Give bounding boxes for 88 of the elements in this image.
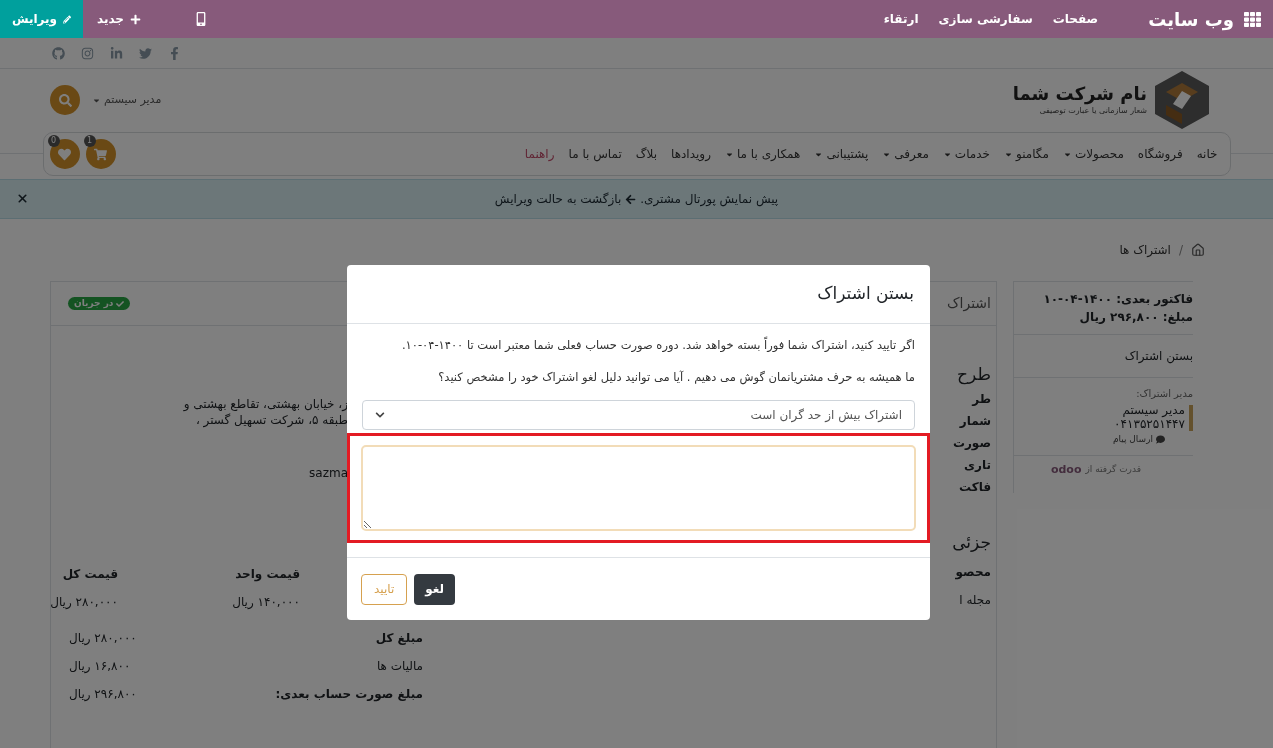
next-invoice: فاکتور بعدی: ۱۴۰۰-۰۴-۱۰: [1042, 291, 1193, 308]
total-label: مبلغ صورت حساب بعدی:: [275, 686, 423, 704]
edit-mode-link[interactable]: بازگشت به حالت ویرایش: [494, 190, 622, 208]
twitter-icon[interactable]: [139, 46, 152, 60]
top-menu-item[interactable]: صفحات: [1042, 0, 1109, 38]
pencil-icon: [63, 13, 71, 25]
avatar-placeholder: [1189, 405, 1193, 431]
total-label: مالیات ها: [376, 658, 423, 675]
dialog-title: بستن اشتراک: [817, 282, 914, 306]
breadcrumb-current: اشتراک ها: [1119, 242, 1171, 259]
wishlist-count: 0: [47, 135, 60, 147]
total-value: ۲۹۶,۸۰۰ ریال: [69, 686, 137, 703]
brand-text: odoo: [1050, 461, 1082, 478]
nav-item[interactable]: مگامنو: [1003, 145, 1049, 163]
chat-icon: [1156, 435, 1165, 445]
close-subscription-link[interactable]: بستن اشتراک: [1124, 347, 1193, 365]
heart-icon: [58, 147, 71, 161]
field-label: فاکت: [957, 479, 991, 496]
edit-button[interactable]: ویرایش: [0, 0, 83, 38]
cancel-button[interactable]: لغو: [414, 573, 456, 605]
address-line: طبقه ۵، شرکت تسهیل گستر ،: [195, 412, 348, 428]
cart-icon: [94, 147, 107, 161]
home-icon[interactable]: [1191, 243, 1205, 257]
email-text: sazma: [309, 465, 348, 482]
user-menu[interactable]: مدیر سیستم: [92, 91, 162, 109]
nav-item[interactable]: خدمات: [942, 145, 990, 163]
field-label: شمار: [958, 413, 991, 430]
breadcrumb-separator: /: [1178, 242, 1183, 259]
dialog-text: اگر تایید کنید، اشتراک شما فوراً بسته خواهد شد. دوره صورت حساب فعلی شما معتبر است تا ۱۴۰۰-۰۴-۱۰.: [400, 336, 916, 354]
cart-count: 1: [83, 135, 96, 147]
nav-item[interactable]: محصولات: [1062, 145, 1124, 163]
manager-phone: ۰۴۱۳۵۲۵۱۴۴۷: [1114, 417, 1185, 431]
details-heading: جزئی: [952, 531, 991, 554]
new-button[interactable]: جدید: [83, 0, 156, 38]
app-title: وب سایت: [1148, 7, 1234, 33]
address-line: ز، خیابان بهشتی، تقاطع بهشتی و: [183, 396, 348, 412]
field-label: تاری: [963, 457, 991, 474]
send-message-link[interactable]: ارسال پیام: [1014, 433, 1165, 447]
table-cell-text: مجله ا: [958, 592, 991, 609]
column-header: قیمت کل: [61, 566, 118, 583]
company-slogan: شعار سازمانی یا عبارت توصیفی: [1038, 105, 1147, 117]
alert-text: پیش نمایش پورتال مشتری.: [625, 190, 779, 208]
company-name: نام شرکت شما: [1012, 83, 1147, 105]
close-icon[interactable]: [16, 192, 29, 205]
nav-item[interactable]: معرفی: [882, 145, 929, 163]
field-label: صورت: [952, 435, 991, 453]
check-icon: [116, 299, 125, 308]
nav-item[interactable]: پشتیبانی: [814, 145, 869, 163]
nav-item[interactable]: رویدادها: [671, 145, 711, 163]
arrow-icon: [625, 193, 637, 205]
comment-field[interactable]: [361, 445, 916, 531]
search-icon: [58, 93, 72, 107]
top-menu-item[interactable]: سفارشی سازی: [928, 0, 1043, 38]
powered-by-text: قدرت گرفته از: [1085, 463, 1141, 476]
status-badge: در جریان: [68, 296, 131, 311]
confirm-button[interactable]: تایید: [361, 573, 408, 605]
total-value: ۱۶,۸۰۰ ریال: [69, 658, 131, 675]
total-value: ۲۸۰,۰۰۰ ریال: [69, 630, 137, 647]
card-title: اشتراک: [947, 294, 991, 314]
instagram-icon[interactable]: [81, 46, 94, 60]
search-button[interactable]: [50, 85, 80, 115]
field-label: طر: [970, 391, 991, 408]
chevron-down-icon: [375, 410, 385, 420]
nav-item[interactable]: فروشگاه: [1137, 145, 1183, 163]
github-icon[interactable]: [52, 46, 65, 60]
table-cell-text: محصو: [954, 564, 991, 582]
table-cell-text: ۱۴۰,۰۰۰ ریال: [231, 594, 300, 611]
apps-grid-icon[interactable]: [1244, 10, 1261, 28]
reason-select[interactable]: اشتراک بیش از حد گران است: [362, 400, 915, 430]
dialog-text: ما همیشه به حرف مشتریانمان گوش می دهیم . آیا می توانید دلیل لغو اشتراک خود را مشخص کنید؟: [437, 369, 916, 386]
manager-name: مدیر سیستم: [1121, 403, 1185, 417]
invoice-amount: مبلغ: ۲۹۶,۸۰۰ ریال: [1078, 309, 1193, 326]
mobile-preview-icon[interactable]: [195, 12, 208, 26]
linkedin-icon[interactable]: [110, 46, 123, 60]
top-menu-item[interactable]: ارتقاء: [873, 0, 929, 38]
manager-label: مدیر اشتراک:: [1135, 387, 1193, 401]
column-header: قیمت واحد: [234, 566, 300, 584]
nav-item[interactable]: همکاری با ما: [724, 145, 801, 163]
nav-item[interactable]: تماس با ما: [568, 145, 622, 163]
table-cell-text: ۲۸۰,۰۰۰ ریال: [50, 594, 118, 611]
logo-drawing: [1153, 69, 1211, 131]
nav-item[interactable]: خانه: [1196, 145, 1218, 163]
plus-icon: [130, 13, 142, 25]
nav-item[interactable]: بلاگ: [635, 145, 658, 163]
plan-heading: طرح: [956, 363, 991, 386]
total-label: مبلغ کل: [375, 630, 423, 647]
facebook-icon[interactable]: [168, 46, 181, 60]
nav-item[interactable]: راهنما: [524, 145, 555, 163]
